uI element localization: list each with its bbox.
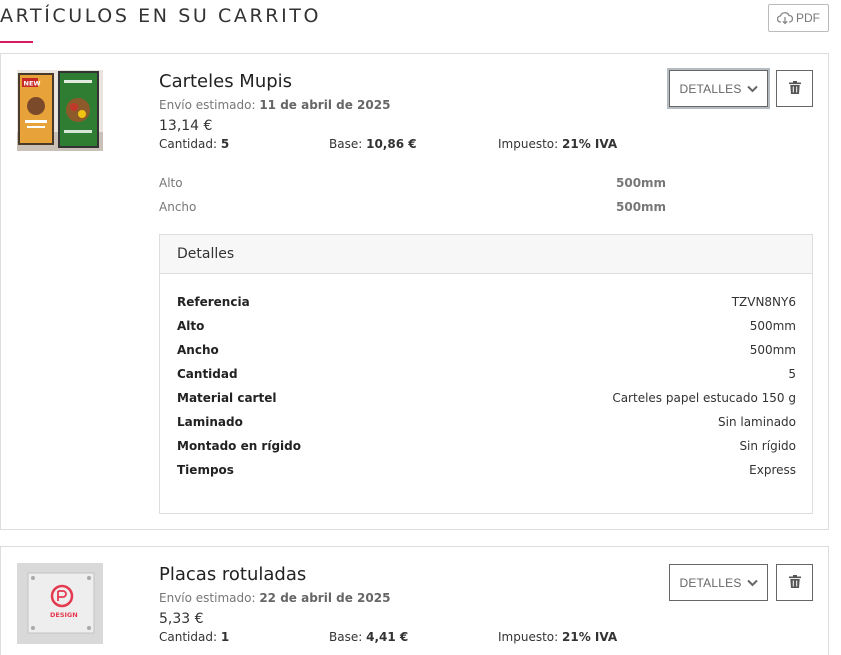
quantity-info: Cantidad: 1 (159, 630, 229, 644)
quantity-label: Cantidad: (159, 137, 218, 151)
details-panel-title: Detalles (177, 246, 235, 262)
details-value: 500mm (749, 343, 796, 357)
details-button-label: DETALLES (679, 575, 742, 590)
estimated-shipping: Envío estimado: 11 de abril de 2025 (159, 98, 390, 112)
details-key: Alto (177, 319, 205, 333)
base-value: 4,41 € (366, 630, 409, 644)
shipping-date: 22 de abril de 2025 (259, 591, 391, 605)
item-price: 5,33 € (159, 611, 204, 627)
details-value: Carteles papel estucado 150 g (612, 391, 796, 405)
details-row: Material cartel Carteles papel estucado … (177, 386, 796, 410)
delete-item-button[interactable] (776, 564, 813, 601)
details-button[interactable]: DETALLES (669, 564, 768, 601)
details-row: Ancho 500mm (177, 338, 796, 362)
details-row: Tiempos Express (177, 458, 796, 482)
title-underline (0, 41, 33, 43)
details-row: Montado en rígido Sin rígido (177, 434, 796, 458)
thumb-badge-text: NEW (24, 80, 41, 88)
dimension-value: 500mm (616, 200, 667, 214)
quantity-info: Cantidad: 5 (159, 137, 229, 151)
cart-item-card: NEW Carteles Mupis Envío estimado: 11 de… (0, 53, 829, 530)
details-key: Material cartel (177, 391, 277, 405)
details-row: Referencia TZVN8NY6 (177, 290, 796, 314)
quantity-label: Cantidad: (159, 630, 218, 644)
quantity-value: 5 (220, 137, 230, 151)
details-value: Express (749, 463, 796, 477)
details-value: 500mm (749, 319, 796, 333)
details-value: TZVN8NY6 (731, 295, 796, 309)
tax-info: Impuesto: 21% IVA (498, 630, 617, 644)
product-title: Carteles Mupis (159, 71, 293, 92)
chevron-down-icon (746, 576, 758, 590)
dimension-label: Alto (159, 176, 183, 190)
tax-label: Impuesto: (498, 630, 559, 644)
details-key: Cantidad (177, 367, 238, 381)
details-key: Montado en rígido (177, 439, 302, 453)
item-price: 13,14 € (159, 118, 213, 134)
shipping-label: Envío estimado: (159, 591, 256, 605)
page-title: ARTÍCULOS EN SU CARRITO (0, 5, 322, 27)
details-button-label: DETALLES (679, 81, 742, 96)
details-key: Referencia (177, 295, 250, 309)
product-thumbnail: NEW (17, 70, 103, 151)
details-panel: Detalles Referencia TZVN8NY6 Alto 500mm … (159, 234, 813, 514)
thumb-logo-text: DESIGN (50, 611, 78, 619)
dimension-value: 500mm (616, 176, 667, 190)
cart-item-card: DESIGN Placas rotuladas Envío estimado: … (0, 546, 829, 655)
base-label: Base: (329, 630, 363, 644)
delete-item-button[interactable] (776, 70, 813, 107)
details-value: 5 (788, 367, 796, 381)
estimated-shipping: Envío estimado: 22 de abril de 2025 (159, 591, 390, 605)
shipping-label: Envío estimado: (159, 98, 256, 112)
pdf-label: PDF (796, 11, 820, 25)
details-button[interactable]: DETALLES (669, 70, 768, 107)
details-row: Laminado Sin laminado (177, 410, 796, 434)
base-label: Base: (329, 137, 363, 151)
details-panel-header: Detalles (160, 235, 812, 274)
product-thumbnail: DESIGN (17, 563, 103, 644)
details-row: Alto 500mm (177, 314, 796, 338)
tax-info: Impuesto: 21% IVA (498, 137, 617, 151)
cloud-download-icon (777, 11, 793, 25)
details-key: Tiempos (177, 463, 234, 477)
base-info: Base: 4,41 € (329, 630, 408, 644)
details-key: Laminado (177, 415, 243, 429)
details-row: Cantidad 5 (177, 362, 796, 386)
trash-icon (788, 574, 801, 591)
quantity-value: 1 (220, 630, 230, 644)
tax-value: 21% IVA (562, 630, 618, 644)
trash-icon (788, 80, 801, 97)
base-value: 10,86 € (366, 137, 417, 151)
chevron-down-icon (746, 82, 758, 96)
details-value: Sin rígido (739, 439, 796, 453)
product-title: Placas rotuladas (159, 564, 307, 585)
base-info: Base: 10,86 € (329, 137, 417, 151)
shipping-date: 11 de abril de 2025 (259, 98, 391, 112)
tax-label: Impuesto: (498, 137, 559, 151)
dimension-label: Ancho (159, 200, 197, 214)
details-key: Ancho (177, 343, 219, 357)
pdf-download-button[interactable]: PDF (768, 4, 829, 32)
details-value: Sin laminado (718, 415, 796, 429)
tax-value: 21% IVA (562, 137, 618, 151)
